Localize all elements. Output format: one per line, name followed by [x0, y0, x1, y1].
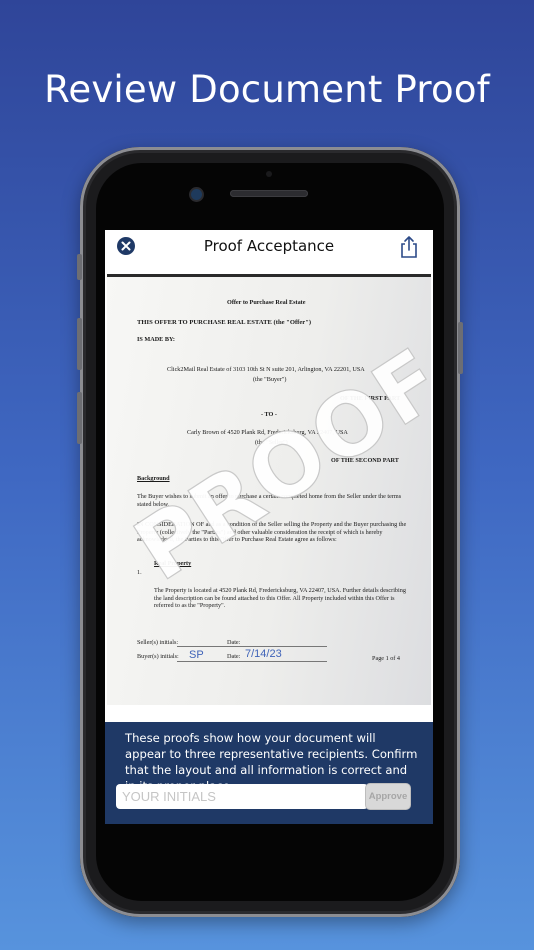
- buyer-initials-handwriting: SP: [189, 649, 204, 661]
- doc-background-heading: Background: [137, 475, 170, 482]
- phone-volume-down-button: [77, 392, 82, 444]
- doc-line1: THIS OFFER TO PURCHASE REAL ESTATE (the …: [137, 319, 312, 326]
- document-proof-area: Offer to Purchase Real Estate THIS OFFER…: [105, 266, 433, 722]
- phone-side-button: [77, 254, 82, 280]
- doc-line2: IS MADE BY:: [137, 336, 175, 343]
- doc-seller-initials-label: Seller(s) initials:: [137, 639, 179, 646]
- doc-page-label: Page 1 of 4: [372, 655, 401, 662]
- document-photo: Offer to Purchase Real Estate THIS OFFER…: [107, 274, 431, 705]
- close-icon[interactable]: [117, 237, 135, 255]
- date-handwriting: 7/14/23: [245, 648, 282, 660]
- navigation-bar: Proof Acceptance: [105, 230, 433, 266]
- proximity-sensor: [266, 171, 272, 177]
- approve-button[interactable]: Approve: [365, 783, 411, 810]
- nav-title: Proof Acceptance: [203, 237, 335, 255]
- app-screen: Proof Acceptance Offer to Purchase Real …: [105, 230, 433, 824]
- initials-input[interactable]: [116, 784, 368, 809]
- confirmation-panel: These proofs show how your document will…: [105, 722, 433, 824]
- doc-section-number: 1.: [137, 569, 142, 576]
- doc-buyer-initials-label: Buyer(s) initials:: [137, 653, 179, 660]
- earpiece-speaker: [230, 190, 308, 197]
- doc-heading: Offer to Purchase Real Estate: [227, 299, 306, 306]
- phone-power-button: [458, 322, 463, 374]
- doc-property-text: The Property is located at 4520 Plank Rd…: [154, 587, 406, 610]
- doc-buyer-role: (the "Buyer"): [253, 376, 287, 383]
- signature-line-buyer: [177, 661, 327, 662]
- doc-buyer-address: Click2Mail Real Estate of 3103 10th St N…: [167, 366, 365, 373]
- headline: Review Document Proof: [44, 68, 490, 111]
- doc-buyer-date-label: Date:: [227, 653, 241, 660]
- share-icon[interactable]: [399, 235, 419, 259]
- signature-line-seller: [177, 646, 327, 647]
- phone-volume-up-button: [77, 318, 82, 370]
- front-camera: [191, 189, 202, 200]
